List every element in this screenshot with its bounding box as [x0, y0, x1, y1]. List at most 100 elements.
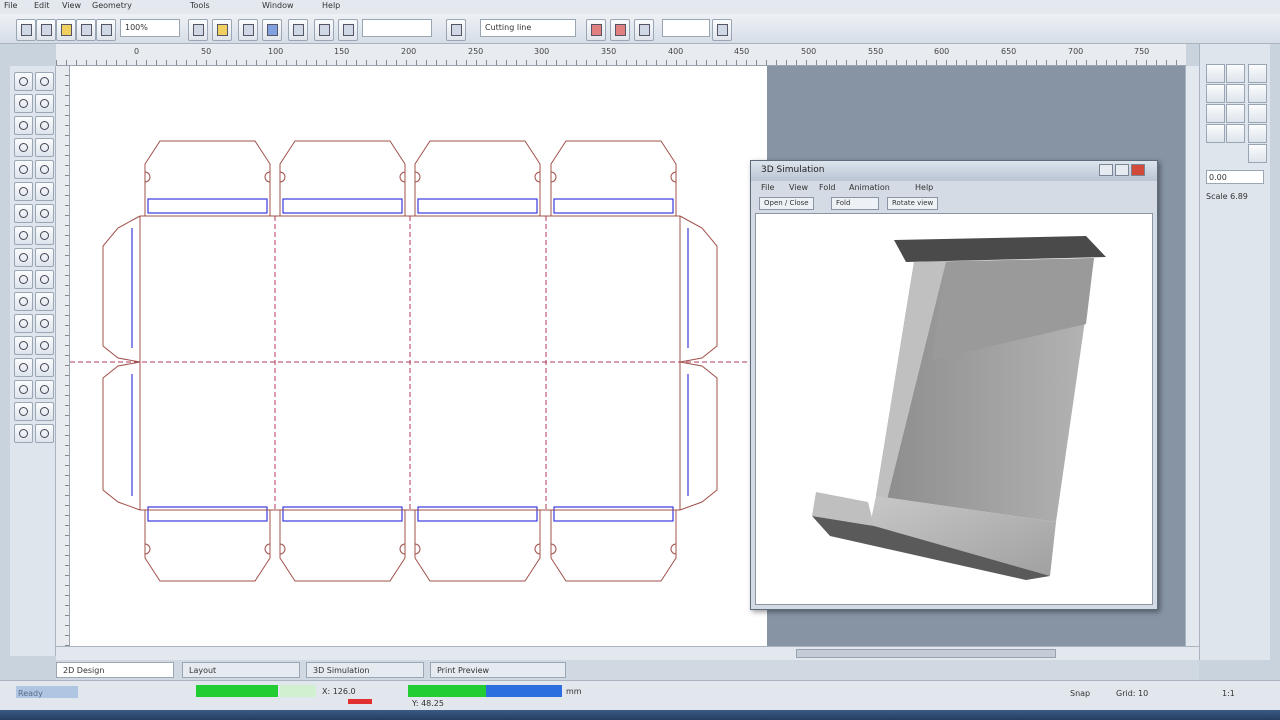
pen-tool[interactable]: [35, 116, 54, 135]
menu-view[interactable]: View: [789, 183, 808, 192]
snap-button[interactable]: [262, 19, 282, 41]
menu-view[interactable]: View: [62, 1, 81, 10]
3d-viewport[interactable]: [755, 213, 1153, 605]
symbol-tool[interactable]: [35, 402, 54, 421]
bridge-tool[interactable]: [14, 380, 33, 399]
menu-help[interactable]: Help: [322, 1, 340, 10]
crease-line-button[interactable]: [610, 19, 630, 41]
open-file-button[interactable]: [36, 19, 56, 41]
prop-button[interactable]: [1206, 84, 1225, 103]
rotate-tool[interactable]: [14, 182, 33, 201]
perforation-button[interactable]: [634, 19, 654, 41]
snap-field[interactable]: [362, 19, 432, 37]
rectangle-tool[interactable]: [14, 94, 33, 113]
text-tool[interactable]: [35, 226, 54, 245]
menu-edit[interactable]: Edit: [34, 1, 50, 10]
tab-rotate-view[interactable]: Rotate view: [887, 197, 939, 210]
ruler-top[interactable]: 0 50 100 150 200 250 300 350 400 450 500…: [56, 44, 1186, 66]
bezier-tool[interactable]: [14, 138, 33, 157]
snap-tool[interactable]: [35, 292, 54, 311]
prop-button[interactable]: [1248, 104, 1267, 123]
measure-tool[interactable]: [14, 292, 33, 311]
vertical-scrollbar[interactable]: [1185, 66, 1199, 646]
maximize-button[interactable]: [1115, 164, 1129, 176]
tab-layout[interactable]: Layout: [182, 662, 300, 678]
tab-2d-design[interactable]: 2D Design: [56, 662, 174, 678]
hatch-tool[interactable]: [14, 402, 33, 421]
cut-line-button[interactable]: [586, 19, 606, 41]
prop-button[interactable]: [1248, 124, 1267, 143]
menu-file[interactable]: File: [761, 183, 774, 192]
menu-file[interactable]: File: [4, 1, 17, 10]
dieline-drawing[interactable]: [70, 66, 767, 646]
select-tool[interactable]: [14, 72, 33, 91]
knife-tool[interactable]: [14, 270, 33, 289]
folded-box-model[interactable]: [756, 214, 1152, 604]
layout-tool[interactable]: [14, 424, 33, 443]
tab-print-preview[interactable]: Print Preview: [430, 662, 566, 678]
trim-tool[interactable]: [35, 138, 54, 157]
offset-tool[interactable]: [35, 160, 54, 179]
color-tool[interactable]: [35, 336, 54, 355]
prop-button[interactable]: [1226, 104, 1245, 123]
undo-button[interactable]: [96, 19, 116, 41]
save-button[interactable]: [56, 19, 76, 41]
select-button[interactable]: [446, 19, 466, 41]
menu-fold[interactable]: Fold: [819, 183, 836, 192]
mirror-tool[interactable]: [35, 182, 54, 201]
menu-tools[interactable]: Tools: [190, 1, 210, 10]
grid-setting[interactable]: Grid: 10: [1116, 689, 1148, 698]
new-file-button[interactable]: [16, 19, 36, 41]
line-tool[interactable]: [35, 72, 54, 91]
layer-field[interactable]: Cutting line: [480, 19, 576, 37]
crease-tool[interactable]: [14, 248, 33, 267]
prop-button[interactable]: [1226, 124, 1245, 143]
prop-button[interactable]: [1206, 104, 1225, 123]
mirror-button[interactable]: [338, 19, 358, 41]
value-field[interactable]: [662, 19, 710, 37]
tab-fold[interactable]: Fold: [831, 197, 879, 210]
grid-button[interactable]: [238, 19, 258, 41]
tab-open-close[interactable]: Open / Close: [759, 197, 814, 210]
layer-button[interactable]: [212, 19, 232, 41]
tab-3d-simulation[interactable]: 3D Simulation: [306, 662, 424, 678]
prop-button[interactable]: [1248, 64, 1267, 83]
menu-window[interactable]: Window: [262, 1, 294, 10]
measure-button[interactable]: [288, 19, 308, 41]
prop-button[interactable]: [1206, 124, 1225, 143]
prop-button[interactable]: [1226, 84, 1245, 103]
ruler-left[interactable]: [56, 66, 70, 646]
3d-view-button[interactable]: [712, 19, 732, 41]
redo-button[interactable]: [188, 19, 208, 41]
minimize-button[interactable]: [1099, 164, 1113, 176]
print-button[interactable]: [76, 19, 96, 41]
zoom-tool[interactable]: [14, 314, 33, 333]
align-button[interactable]: [314, 19, 334, 41]
close-button[interactable]: [1131, 164, 1145, 176]
window-titlebar[interactable]: 3D Simulation: [751, 161, 1157, 181]
drawing-canvas[interactable]: [70, 66, 767, 646]
scroll-thumb[interactable]: [796, 649, 1056, 658]
group-tool[interactable]: [14, 358, 33, 377]
settings-tool[interactable]: [35, 424, 54, 443]
prop-button[interactable]: [1248, 144, 1267, 163]
menu-geometry[interactable]: Geometry: [92, 1, 132, 10]
dimension-tool[interactable]: [14, 226, 33, 245]
pan-tool[interactable]: [35, 314, 54, 333]
ungroup-tool[interactable]: [35, 358, 54, 377]
prop-button[interactable]: [1226, 64, 1245, 83]
circle-tool[interactable]: [14, 116, 33, 135]
prop-button[interactable]: [1248, 84, 1267, 103]
prop-value-field[interactable]: 0.00: [1206, 170, 1264, 184]
move-tool[interactable]: [35, 204, 54, 223]
layer-tool[interactable]: [14, 336, 33, 355]
horizontal-scrollbar[interactable]: [56, 646, 1199, 660]
glue-tool[interactable]: [35, 270, 54, 289]
scale-tool[interactable]: [14, 204, 33, 223]
menu-help[interactable]: Help: [915, 183, 933, 192]
prop-button[interactable]: [1206, 64, 1225, 83]
nick-tool[interactable]: [35, 380, 54, 399]
zoom-field[interactable]: 100%: [120, 19, 180, 37]
perforate-tool[interactable]: [35, 248, 54, 267]
fillet-tool[interactable]: [14, 160, 33, 179]
